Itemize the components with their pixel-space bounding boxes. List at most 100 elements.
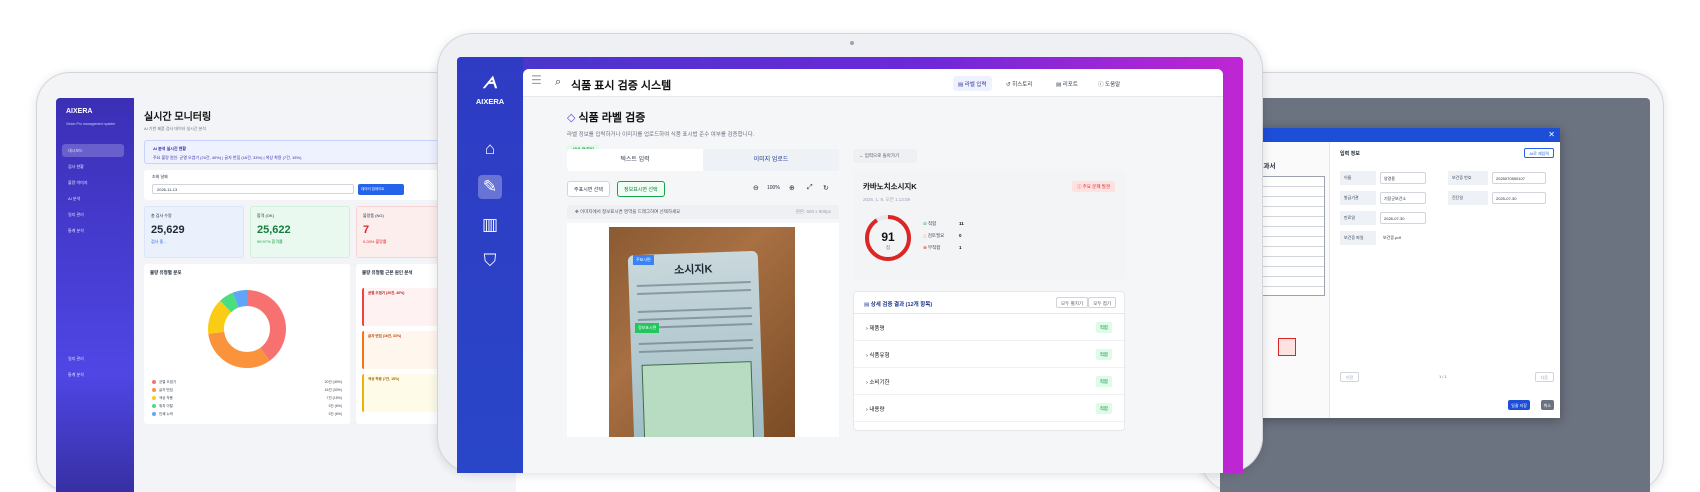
date-input[interactable]: 2026-11-13 [152, 184, 354, 194]
legend-item: 위치 이탈 3건 (6%) [152, 404, 342, 409]
rotate-icon[interactable]: ↻ [823, 184, 829, 192]
camera-dot [850, 41, 854, 45]
sidebar-item-ai-analysis[interactable]: AI 분석 [62, 192, 124, 205]
nav-label: 히스토리 [1012, 82, 1033, 88]
home-icon[interactable]: ⌂ [478, 137, 502, 161]
sidebar-item-statistics[interactable]: 통계 분석 [62, 224, 124, 237]
back-to-input-button[interactable]: ← 입력으로 돌아가기 [853, 149, 917, 163]
stat-fail: ⊗ 부적합 1 [923, 245, 963, 251]
back-label: 입력으로 돌아가기 [864, 153, 900, 158]
legend-value: 3건 (6%) [328, 404, 342, 408]
nav-history[interactable]: ↺ 히스토리 [1001, 76, 1037, 91]
legend-name: 글자 번짐 [159, 388, 173, 392]
sidebar-item-inspection[interactable]: 검사 현황 [62, 160, 124, 173]
menu-icon[interactable]: ☰ [531, 73, 542, 87]
defect-distribution-card: 불량 유형별 분포 균열 오염기 20건 (40%) 글자 번짐 16건 (33%)… [144, 264, 350, 424]
center-logo: AIXERA [475, 97, 505, 106]
result-item[interactable]: › 식품유형 적합 [854, 341, 1124, 368]
result-item[interactable]: › 소비기한 적합 [854, 368, 1124, 395]
stat-pass: ⊘ 적합 11 [923, 221, 964, 227]
close-icon[interactable]: ✕ [1548, 130, 1555, 139]
legend-dot [152, 412, 156, 417]
form-row: 보건증 파일 보건증.pdf [1340, 231, 1554, 245]
legend-name: 위치 이탈 [159, 404, 173, 408]
left-tablet-frame: AIXERA Vision Pro management system 대시보드… [36, 72, 516, 492]
product-package: 소시지K [627, 250, 765, 437]
prev-button[interactable]: 이전 [1340, 372, 1360, 382]
donut-title: 불량 유형별 분포 [150, 270, 182, 275]
item-name: 식품유형 [869, 353, 890, 359]
text-line [637, 289, 752, 296]
zoom-out-icon[interactable]: ⊖ [753, 184, 759, 192]
donut-chart [208, 290, 286, 368]
stat-label: 부적합 [928, 245, 941, 250]
nav-help[interactable]: ⓘ 도움말 [1093, 76, 1125, 91]
field-label: 보건증 파일 [1340, 231, 1376, 245]
legend-dot [152, 396, 156, 401]
modal-header: ✕ [1220, 128, 1560, 142]
input-tabs: 텍스트 입력 이미지 업로드 [567, 149, 839, 171]
field-label: 진단일 [1448, 191, 1488, 205]
tab-image-upload[interactable]: 이미지 업로드 [703, 149, 839, 171]
zoom-in-icon[interactable]: ⊕ [789, 184, 795, 192]
input-panel: 텍스트 입력 이미지 업로드 주표시면 선택 정보표시면 선택 ⊖ 100% ⊕… [567, 149, 839, 449]
ai-reinput-button[interactable]: AI로 재입력 [1524, 148, 1554, 158]
sidebar-item-dashboard[interactable]: 대시보드 [62, 144, 124, 157]
stat-review: △ 검토필요 0 [923, 233, 963, 239]
result-item[interactable]: › 제품명 적합 [854, 314, 1124, 341]
product-photo: 소시지K 주표시면 정보표시면 [609, 227, 795, 437]
stat-value: 1 [959, 245, 962, 250]
next-button[interactable]: 다음 [1534, 372, 1554, 382]
pencil-icon[interactable]: ✎ [478, 175, 502, 199]
score-unit: 점 [886, 244, 890, 250]
form-row: 발급기관 기장군보건소 진단일 2025-07-30 [1340, 191, 1554, 205]
main-face-badge: 주표시면 [633, 255, 654, 265]
page-title: ◇ 식품 라벨 검증 [567, 109, 1179, 125]
image-canvas[interactable]: 소시지K 주표시면 정보표시면 [567, 223, 839, 437]
center-tablet-frame: ᗅ AIXERA ⌂ ✎ ▥ ⛉ ⌕ 식품 표시 검증 시스템 ▤ 라벨 입력 … [437, 33, 1263, 473]
aixera-logo-icon: ᗅ [482, 75, 498, 92]
center-sidebar: ᗅ AIXERA ⌂ ✎ ▥ ⛉ [457, 57, 523, 473]
legend-value: 20건 (40%) [324, 380, 342, 384]
zoom-level: 100% [767, 185, 780, 191]
save-all-button[interactable]: 일괄 저장 [1508, 400, 1530, 410]
sidebar-bottom-statistics[interactable]: 통계 분석 [62, 368, 124, 381]
result-item[interactable]: › 내용량 적합 [854, 395, 1124, 422]
expand-all-button[interactable]: 모두 펼치기 [1056, 297, 1088, 308]
status-badge: 적합 [1095, 376, 1112, 387]
sidebar-bottom-journal[interactable]: 일지 관리 [62, 352, 124, 365]
sidebar-item-journal[interactable]: 일지 관리 [62, 208, 124, 221]
status-badge: 적합 [1095, 322, 1112, 333]
fullscreen-icon[interactable]: ⤢ [807, 184, 813, 192]
diagnosis-date-field[interactable]: 2025-07-30 [1492, 192, 1546, 204]
kpi-total: 총 검사 수량 25,629 검사 중... [144, 206, 244, 258]
nav-label-input[interactable]: ▤ 라벨 입력 [953, 76, 992, 91]
pager-text: 1 / 1 [1439, 374, 1447, 379]
legend-value: 3건 (6%) [328, 412, 342, 416]
cert-number-field[interactable]: 2025070590107 [1492, 172, 1546, 184]
text-line [638, 339, 753, 345]
file-name[interactable]: 보건증.pdf [1380, 232, 1404, 244]
report-icon: ▤ [1056, 82, 1063, 88]
item-name: 내용량 [869, 407, 885, 413]
help-icon: ⓘ [1098, 82, 1106, 88]
collapse-all-button[interactable]: 모두 접기 [1088, 297, 1116, 308]
info-face-select-button[interactable]: 정보표시면 선택 [617, 181, 665, 197]
name-field[interactable]: 양경용 [1380, 172, 1426, 184]
status-badge: 적합 [1095, 403, 1112, 414]
sidebar-item-defect-images[interactable]: 불량 이미지 [62, 176, 124, 189]
gift-icon[interactable]: ▥ [478, 213, 502, 237]
nav-report[interactable]: ▤ 리포트 [1051, 76, 1083, 91]
issuer-field[interactable]: 기장군보건소 [1380, 192, 1426, 204]
expiry-field[interactable]: 2026-07-30 [1380, 212, 1426, 224]
bookmark-icon[interactable]: ⛉ [478, 249, 502, 273]
image-toolbar: 주표시면 선택 정보표시면 선택 ⊖ 100% ⊕ ⤢ ↻ [567, 179, 839, 199]
hint-text: 이미지에서 정보표시면 영역을 드래그하여 선택하세요 [580, 209, 681, 214]
tab-text-input[interactable]: 텍스트 입력 [567, 149, 703, 171]
cancel-button[interactable]: 취소 [1540, 400, 1554, 410]
stat-value: 0 [959, 233, 962, 238]
main-face-select-button[interactable]: 주표시면 선택 [567, 181, 610, 197]
refresh-button[interactable]: 데이터 업데이트 [358, 184, 404, 195]
legend-dot [152, 380, 156, 385]
legend-item: 색상 착용 7건 (15%) [152, 396, 342, 401]
